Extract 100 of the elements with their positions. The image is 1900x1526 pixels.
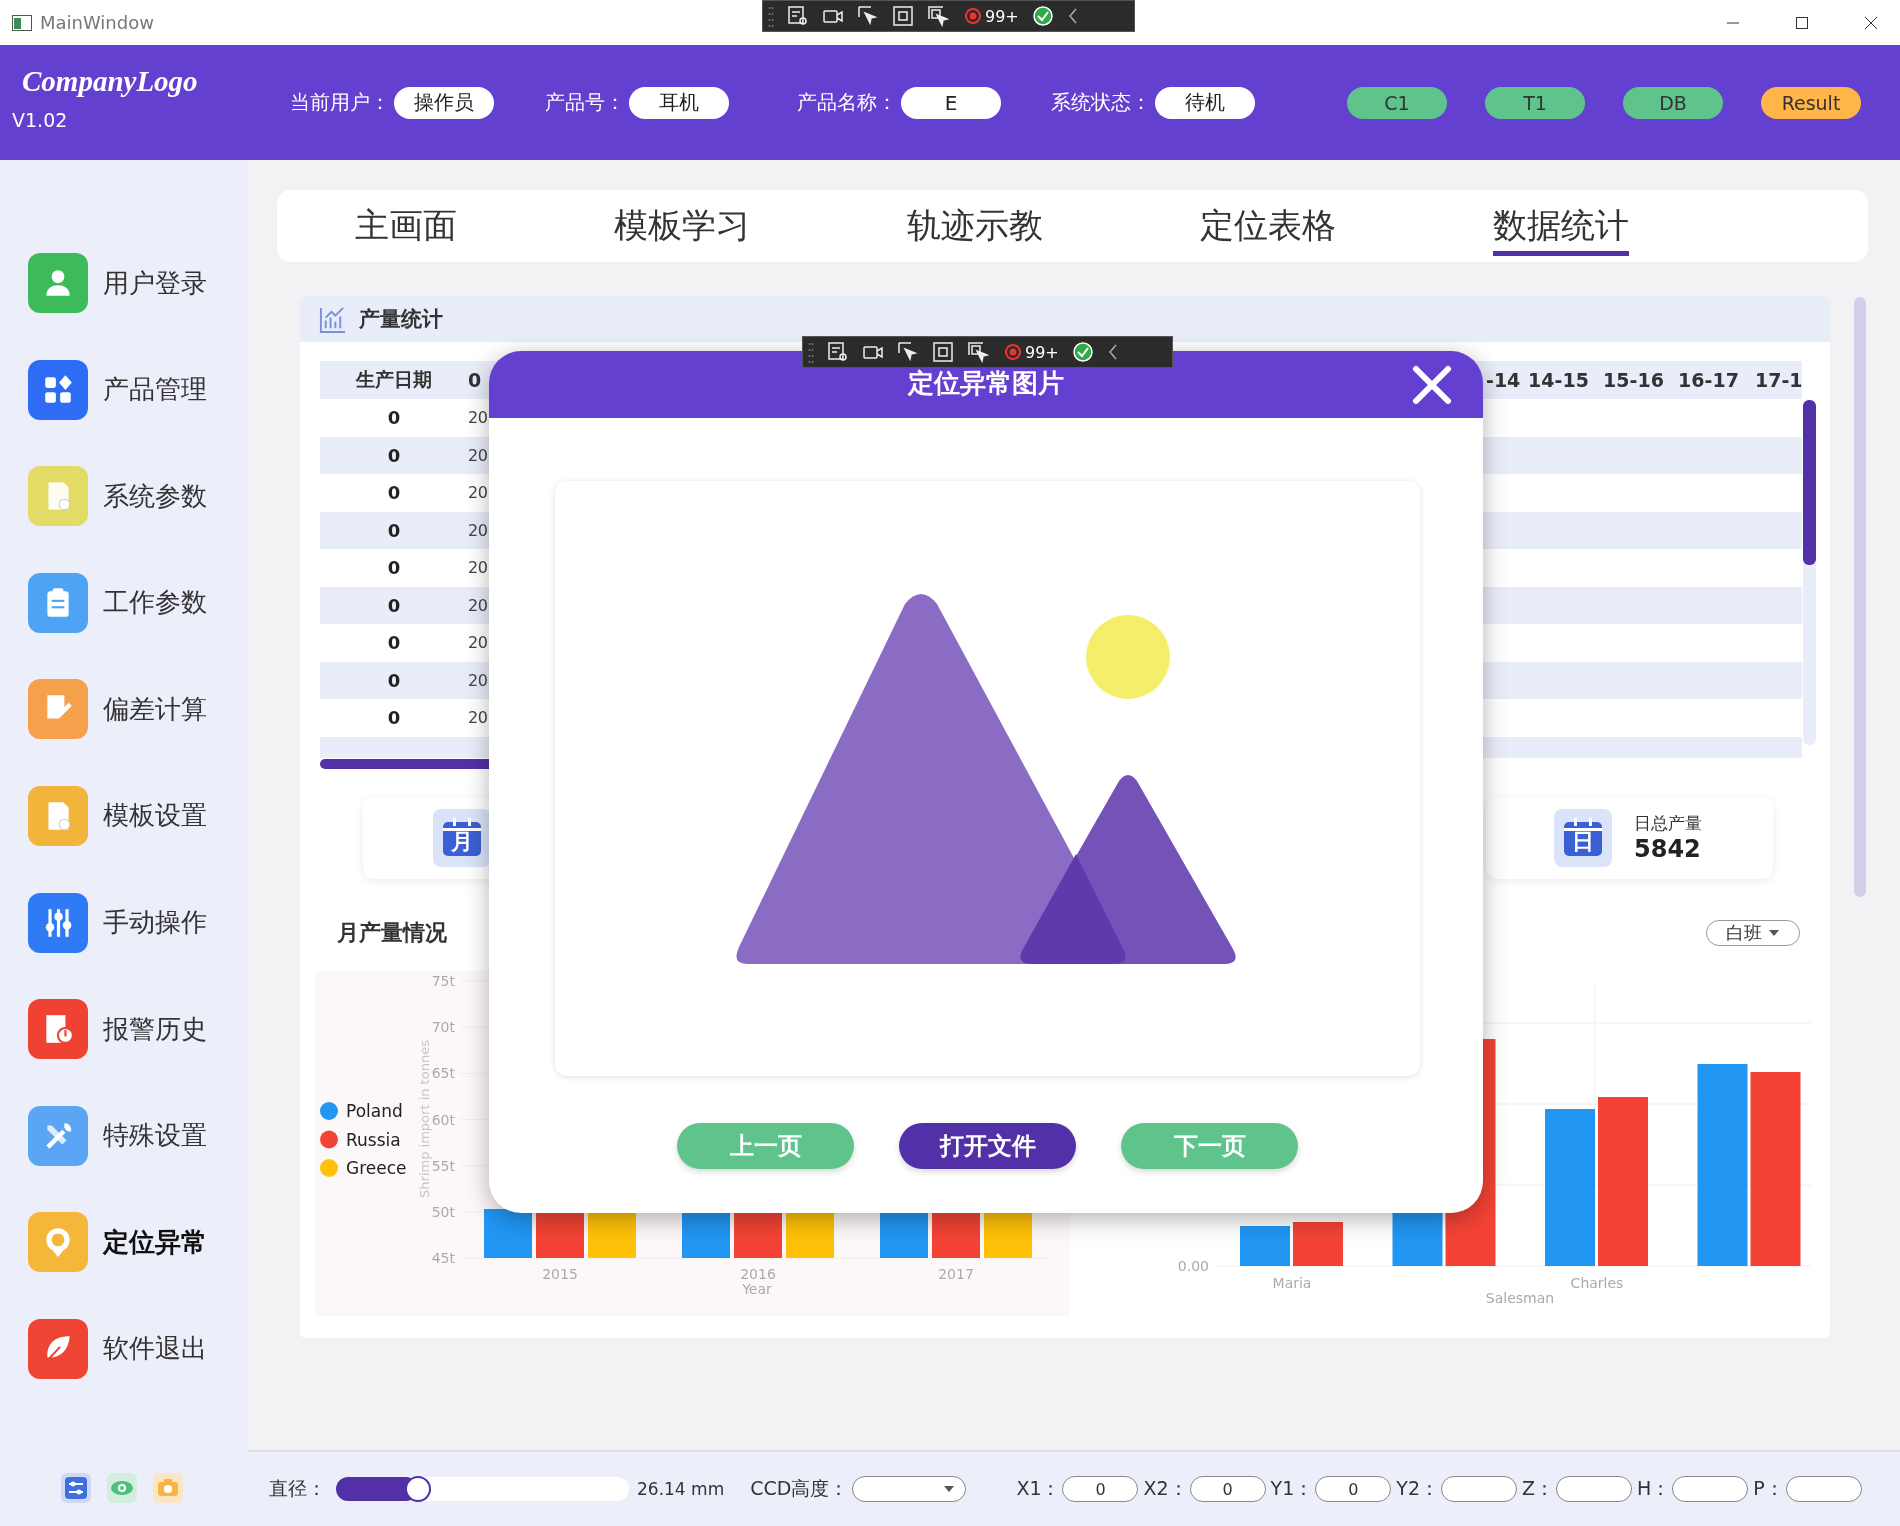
sidebar-item[interactable]: 系统参数 xyxy=(28,466,207,527)
coordinate-field[interactable] xyxy=(1441,1476,1517,1502)
bar xyxy=(1392,1210,1443,1266)
check-icon[interactable] xyxy=(1031,5,1054,27)
axis-title: Salesman xyxy=(1485,1289,1555,1306)
frame-icon[interactable] xyxy=(932,341,954,363)
coordinate-label: H： xyxy=(1637,1476,1671,1501)
scrollbar-thumb[interactable] xyxy=(1803,400,1816,565)
field-value: 待机 xyxy=(1155,86,1255,119)
axis-title: Year xyxy=(742,1280,772,1297)
version-label: V1.02 xyxy=(12,109,68,131)
grip-icon[interactable] xyxy=(808,340,814,364)
coordinate-label: X2： xyxy=(1143,1476,1188,1501)
status-indicator: T1 xyxy=(1485,86,1585,119)
close-icon[interactable] xyxy=(1864,15,1878,30)
pointer-icon[interactable] xyxy=(857,5,879,27)
caret-icon xyxy=(943,1485,956,1493)
column-header: 0 xyxy=(468,369,482,391)
coordinate-field[interactable] xyxy=(1785,1476,1862,1502)
tab[interactable]: 数据统计 xyxy=(1414,190,1707,262)
field-label: 系统状态： xyxy=(1051,89,1151,116)
select-element-icon[interactable] xyxy=(827,341,849,363)
record-icon[interactable] xyxy=(1002,341,1024,363)
sidebar-item[interactable]: 软件退出 xyxy=(28,1318,207,1379)
scrollbar[interactable] xyxy=(1854,297,1866,897)
dialog-button[interactable]: 打开文件 xyxy=(899,1123,1076,1169)
status-indicator: Result xyxy=(1761,86,1861,119)
field-label: 产品号： xyxy=(545,89,625,116)
sidebar-item[interactable]: 特殊设置 xyxy=(28,1105,207,1166)
field-value: 操作员 xyxy=(394,86,494,119)
axis-title: Shrimp import in tonnes xyxy=(417,1039,432,1198)
field-value: 耳机 xyxy=(629,86,729,119)
sidebar-item[interactable]: 产品管理 xyxy=(28,359,207,420)
pointer-icon[interactable] xyxy=(897,341,919,363)
axis-label: Charles xyxy=(1570,1274,1624,1291)
table-cell-text: 0 xyxy=(386,707,402,729)
coordinate-field[interactable]: 0 xyxy=(1062,1476,1139,1502)
slider-thumb[interactable] xyxy=(405,1476,432,1502)
axis-label: 75t xyxy=(431,972,455,989)
column-header: 15-16 xyxy=(1602,369,1665,391)
coordinate-label: Z： xyxy=(1522,1476,1555,1501)
caret-icon xyxy=(1768,928,1780,937)
coordinate-field[interactable] xyxy=(1672,1476,1749,1502)
frame-icon[interactable] xyxy=(892,5,914,27)
maximize-icon[interactable] xyxy=(1795,15,1809,30)
window-icon xyxy=(12,14,32,31)
coordinate-field[interactable] xyxy=(1556,1476,1633,1502)
sidebar-item[interactable]: 手动操作 xyxy=(28,892,207,953)
bar xyxy=(484,1208,532,1258)
coordinate-field[interactable]: 0 xyxy=(1315,1476,1392,1502)
coordinate-label: X1： xyxy=(1016,1476,1061,1501)
ccd-height-dropdown[interactable] xyxy=(852,1476,967,1502)
coordinate-label: Y1： xyxy=(1270,1476,1314,1501)
bar xyxy=(1293,1221,1343,1266)
tab[interactable]: 轨迹示教 xyxy=(828,190,1121,262)
sliders-icon[interactable] xyxy=(61,1473,91,1503)
section-title: 月产量情况 xyxy=(337,918,447,947)
sidebar-item[interactable]: 定位异常 xyxy=(28,1212,207,1273)
coordinate-field[interactable]: 0 xyxy=(1189,1476,1266,1502)
sidebar-item[interactable]: 用户登录 xyxy=(28,253,207,313)
window-title: MainWindow xyxy=(40,12,154,33)
axis-label: 45t xyxy=(431,1249,455,1266)
field-value: E xyxy=(901,86,1001,119)
ccd-height-label: CCD高度： xyxy=(750,1476,849,1501)
table-cell-text: 0 xyxy=(386,407,402,429)
field-label: 当前用户： xyxy=(290,89,390,116)
record-icon[interactable] xyxy=(962,5,984,27)
tab[interactable]: 定位表格 xyxy=(1121,190,1414,262)
scrollbar[interactable] xyxy=(1803,400,1816,745)
table-cell: 20 xyxy=(468,595,488,615)
calendar-label: 月 xyxy=(451,827,473,856)
status-indicator: DB xyxy=(1623,86,1723,119)
column-header: 17-1 xyxy=(1754,369,1802,391)
select-element-icon[interactable] xyxy=(787,5,809,27)
legend-label: Greece xyxy=(346,1157,407,1178)
axis-label: Maria xyxy=(1272,1274,1312,1291)
table-cell-text: 0 xyxy=(386,632,402,654)
tab[interactable]: 模板学习 xyxy=(535,190,828,262)
pointer-frame-icon[interactable] xyxy=(967,341,989,363)
dialog-title: 定位异常图片 xyxy=(908,367,1064,400)
tab[interactable]: 主画面 xyxy=(277,190,535,262)
pointer-frame-icon[interactable] xyxy=(927,5,949,27)
bar xyxy=(1240,1225,1290,1266)
table-cell: 20 xyxy=(468,483,488,503)
calendar-label: 日 xyxy=(1572,827,1594,856)
sidebar-item[interactable]: 报警历史 xyxy=(28,999,207,1060)
table-cell-text: 0 xyxy=(386,519,402,541)
axis-label: 2015 xyxy=(542,1265,578,1282)
panel-title: 产量统计 xyxy=(359,306,443,333)
grip-icon[interactable] xyxy=(768,4,774,28)
table-cell-text: 0 xyxy=(386,444,402,466)
sidebar-item[interactable]: 模板设置 xyxy=(28,785,207,846)
company-logo: CompanyLogo xyxy=(22,65,198,98)
check-icon[interactable] xyxy=(1071,341,1094,363)
sidebar-item[interactable]: 工作参数 xyxy=(28,572,207,633)
sidebar-item[interactable]: 偏差计算 xyxy=(28,679,207,740)
axis-label: 70t xyxy=(431,1018,455,1035)
diameter-slider[interactable] xyxy=(336,1477,629,1501)
table-cell: 20 xyxy=(468,408,488,428)
column-header: 14-15 xyxy=(1527,369,1590,391)
